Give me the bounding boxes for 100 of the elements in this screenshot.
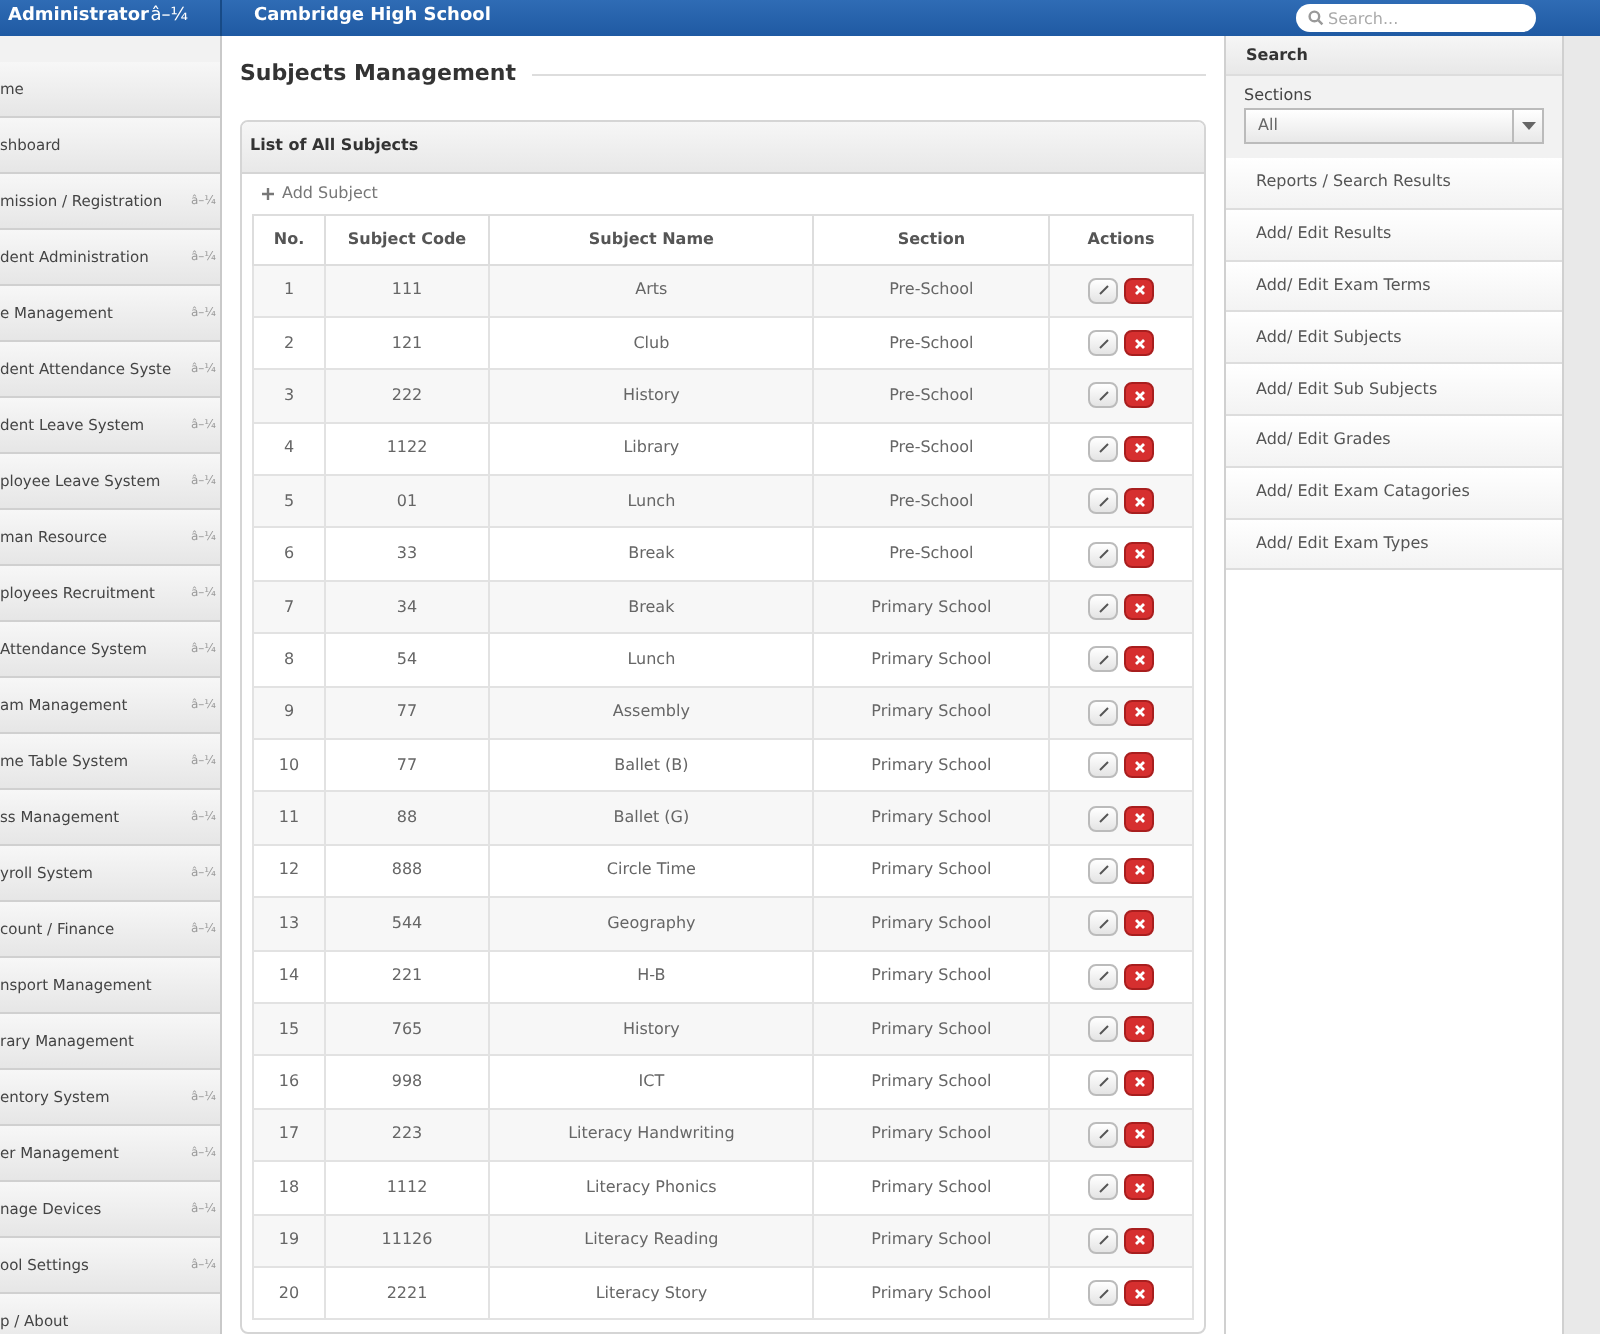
menu-link[interactable]: Add/ Edit Exam Terms: [1226, 261, 1562, 313]
edit-button[interactable]: [1088, 857, 1118, 884]
pencil-icon: [1097, 442, 1109, 455]
table-cell: Primary School: [813, 950, 1049, 1003]
edit-button[interactable]: [1088, 541, 1118, 568]
table-cell: Pre-School: [813, 527, 1049, 581]
delete-button[interactable]: [1124, 1227, 1154, 1254]
pencil-icon: [1097, 706, 1109, 719]
sections-label: Sections: [1244, 84, 1314, 108]
delete-button[interactable]: [1124, 330, 1154, 357]
table-cell: History: [489, 369, 814, 423]
close-icon: [1133, 812, 1145, 825]
delete-button[interactable]: [1124, 1174, 1154, 1201]
pencil-icon: [1097, 1128, 1109, 1141]
delete-button[interactable]: [1124, 752, 1154, 779]
edit-button[interactable]: [1088, 699, 1118, 726]
edit-button[interactable]: [1088, 330, 1118, 357]
dropdown-arrow-icon: [1521, 122, 1535, 130]
table-cell: Primary School: [813, 1266, 1049, 1320]
pencil-icon: [1097, 1181, 1109, 1194]
close-icon: [1133, 1128, 1145, 1141]
delete-button[interactable]: [1124, 699, 1154, 726]
delete-button[interactable]: [1124, 1016, 1154, 1043]
close-icon: [1133, 759, 1145, 772]
pencil-icon: [1097, 548, 1109, 561]
close-icon: [1133, 970, 1145, 983]
menu-link[interactable]: Add/ Edit Exam Types: [1226, 519, 1562, 571]
table-cell: Primary School: [813, 633, 1049, 687]
pencil-icon: [1097, 917, 1109, 930]
edit-button[interactable]: [1088, 910, 1118, 937]
column-header: Section: [813, 214, 1049, 264]
edit-button[interactable]: [1088, 1174, 1118, 1201]
edit-button[interactable]: [1088, 805, 1118, 832]
edit-button[interactable]: [1088, 488, 1118, 515]
delete-button[interactable]: [1124, 857, 1154, 884]
table-cell: Primary School: [813, 1161, 1049, 1215]
add-subject-button[interactable]: Add Subject: [252, 173, 388, 213]
edit-button[interactable]: [1088, 382, 1118, 409]
user-menu-caret[interactable]: â–¼: [150, 4, 188, 32]
delete-button[interactable]: [1124, 594, 1154, 621]
table-cell: ICT: [489, 1055, 814, 1109]
pencil-icon: [1097, 653, 1109, 666]
delete-button[interactable]: [1124, 910, 1154, 937]
pencil-icon: [1097, 759, 1109, 772]
delete-button[interactable]: [1124, 277, 1154, 304]
delete-button[interactable]: [1124, 435, 1154, 462]
edit-button[interactable]: [1088, 1227, 1118, 1254]
column-header: Subject Code: [325, 214, 489, 264]
table-cell: 1: [253, 264, 325, 317]
delete-button[interactable]: [1124, 805, 1154, 832]
table-cell: Primary School: [813, 897, 1049, 951]
column-header: No.: [253, 214, 325, 264]
delete-button[interactable]: [1124, 963, 1154, 990]
table-cell: 11: [253, 791, 325, 845]
delete-button[interactable]: [1124, 1121, 1154, 1148]
table-cell: H-B: [489, 950, 814, 1003]
close-icon: [1133, 917, 1145, 930]
edit-button[interactable]: [1088, 1121, 1118, 1148]
table-cell: 13: [253, 897, 325, 951]
edit-button[interactable]: [1088, 594, 1118, 621]
search-icon: [1308, 10, 1324, 26]
close-icon: [1133, 1181, 1145, 1194]
table-cell: 8: [253, 633, 325, 687]
user-name[interactable]: Administrator: [8, 4, 149, 32]
table-cell: Primary School: [813, 1055, 1049, 1109]
edit-button[interactable]: [1088, 646, 1118, 673]
table-cell: Pre-School: [813, 264, 1049, 317]
table-cell: 11126: [325, 1214, 489, 1267]
edit-button[interactable]: [1088, 1280, 1118, 1307]
table-cell: 54: [325, 633, 489, 687]
table-cell: Primary School: [813, 791, 1049, 845]
edit-button[interactable]: [1088, 435, 1118, 462]
delete-button[interactable]: [1124, 488, 1154, 515]
sections-select[interactable]: All: [1244, 108, 1544, 144]
delete-button[interactable]: [1124, 1280, 1154, 1307]
edit-button[interactable]: [1088, 277, 1118, 304]
table-cell: Ballet (G): [489, 791, 814, 845]
edit-button[interactable]: [1088, 963, 1118, 990]
close-icon: [1133, 653, 1145, 666]
table-cell: Literacy Story: [489, 1266, 814, 1320]
edit-button[interactable]: [1088, 1069, 1118, 1096]
table-cell: 6: [253, 527, 325, 581]
table-cell: Lunch: [489, 633, 814, 687]
pencil-icon: [1097, 284, 1109, 297]
table-cell: Arts: [489, 264, 814, 317]
delete-button[interactable]: [1124, 541, 1154, 568]
pencil-icon: [1097, 970, 1109, 983]
delete-button[interactable]: [1124, 1069, 1154, 1096]
table-cell: 33: [325, 527, 489, 581]
delete-button[interactable]: [1124, 382, 1154, 409]
table-cell: Literacy Phonics: [489, 1161, 814, 1215]
close-icon: [1133, 1234, 1145, 1247]
table-cell: 20: [253, 1266, 325, 1320]
pencil-icon: [1097, 1234, 1109, 1247]
pencil-icon: [1097, 812, 1109, 825]
column-header: Actions: [1049, 214, 1193, 264]
edit-button[interactable]: [1088, 1016, 1118, 1043]
search-field[interactable]: Search...: [1296, 4, 1536, 32]
delete-button[interactable]: [1124, 646, 1154, 673]
edit-button[interactable]: [1088, 752, 1118, 779]
